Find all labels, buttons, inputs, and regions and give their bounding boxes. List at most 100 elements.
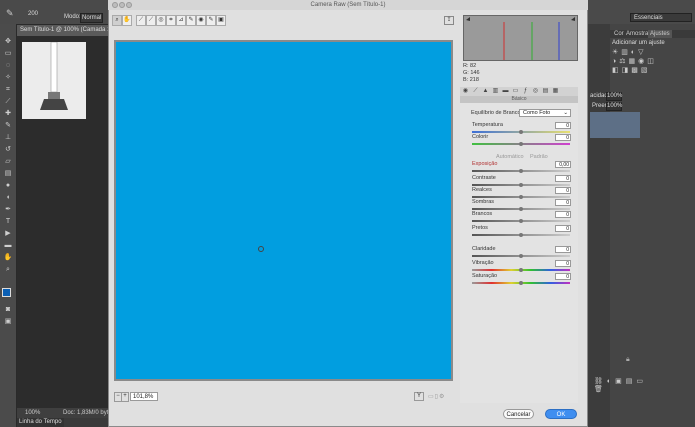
auto-link[interactable]: Automático	[496, 154, 524, 160]
camera-calibration-tab-icon[interactable]: ◎	[532, 88, 539, 95]
doc-info[interactable]: Doc: 1,83M/0 bytes	[63, 408, 115, 418]
image-preview[interactable]	[116, 42, 451, 379]
gradient-tool-icon[interactable]: ▤	[3, 170, 13, 178]
close-window-button[interactable]	[112, 2, 118, 8]
fx-tab-icon[interactable]: ƒ	[522, 88, 529, 95]
healing-tool-icon[interactable]: ✚	[3, 110, 13, 118]
slider-value-input[interactable]: 0	[555, 246, 571, 253]
white-balance-tool-icon[interactable]: ⟋	[136, 15, 146, 26]
adjustment-panel-tabs: ◉ ⟋ ▲ ▥ ▬ ▭ ƒ ◎ ▤ ▦	[460, 87, 578, 96]
adjustment-icons[interactable]: ☀▥◐▽ ◑⚖▦◉◫ ◧◨▩▧	[612, 48, 692, 78]
slider-value-input[interactable]: 0	[555, 199, 571, 206]
slider-value-input[interactable]: 0	[555, 134, 571, 141]
slider-thumb[interactable]	[519, 233, 523, 237]
cancel-button[interactable]: Cancelar	[503, 409, 534, 419]
fill-input[interactable]: 100%	[606, 102, 622, 111]
straighten-tool-icon[interactable]: ⊿	[176, 15, 186, 26]
zoom-in-button[interactable]: +	[121, 392, 129, 402]
slider-value-input[interactable]: 0	[555, 211, 571, 218]
dialog-title: Camera Raw (Sem Título-1)	[108, 0, 588, 10]
slider-value-input[interactable]: 0,00	[555, 161, 571, 168]
preview-options-icons[interactable]: ▭▯⚙	[428, 393, 445, 400]
move-tool-icon[interactable]: ✥	[3, 38, 13, 46]
slider-thumb[interactable]	[519, 268, 523, 272]
eyedropper-tool-icon[interactable]: ⟋	[3, 98, 13, 106]
brush-tool-icon[interactable]: ✎	[6, 8, 14, 19]
zoom-tool-icon[interactable]: ⌕	[112, 15, 122, 26]
brush-drawing-icon	[40, 41, 68, 110]
path-select-icon[interactable]: ▶	[3, 230, 13, 238]
snapshots-tab-icon[interactable]: ▦	[552, 88, 559, 95]
quick-select-icon[interactable]: ✧	[3, 74, 13, 82]
slider-value-input[interactable]: 0	[555, 260, 571, 267]
slider-thumb[interactable]	[519, 142, 523, 146]
workspace-select[interactable]: Essenciais	[630, 13, 692, 22]
opacity-input[interactable]: 100%	[606, 92, 622, 101]
hsl-tab-icon[interactable]: ▥	[492, 88, 499, 95]
open-preferences-icon[interactable]: ⇪	[444, 16, 454, 25]
red-eye-icon[interactable]: ◉	[196, 15, 206, 26]
lasso-tool-icon[interactable]: ◌	[3, 62, 13, 70]
color-sampler-icon[interactable]: ⟋	[146, 15, 156, 26]
b-value: 218	[469, 77, 479, 83]
hand-tool-icon[interactable]: ✋	[3, 254, 13, 262]
eraser-tool-icon[interactable]: ▱	[3, 158, 13, 166]
type-tool-icon[interactable]: T	[3, 218, 13, 226]
selected-layer-row[interactable]	[590, 112, 640, 138]
zoom-level[interactable]: 100%	[25, 408, 40, 418]
hand-tool-icon[interactable]: ✋	[122, 15, 132, 26]
history-brush-icon[interactable]: ↺	[3, 146, 13, 154]
slider-value-input[interactable]: 0	[555, 175, 571, 182]
brush-size[interactable]: 200	[28, 11, 38, 17]
timeline-tab[interactable]: Linha do Tempo	[17, 418, 64, 427]
graduated-filter-icon[interactable]: ▣	[216, 15, 226, 26]
slider-thumb[interactable]	[519, 254, 523, 258]
zoom-value[interactable]: 101,8%	[130, 392, 158, 401]
default-link[interactable]: Padrão	[530, 154, 548, 160]
screen-mode-icon[interactable]: ▣	[3, 318, 13, 326]
stamp-tool-icon[interactable]: ⊥	[3, 134, 13, 142]
basic-tab-icon[interactable]: ◉	[462, 88, 469, 95]
slider-value-input[interactable]: 0	[555, 187, 571, 194]
presets-tab-icon[interactable]: ▤	[542, 88, 549, 95]
slider-thumb[interactable]	[519, 169, 523, 173]
slider-label: Claridade	[472, 246, 496, 252]
spot-removal-icon[interactable]: ✎	[186, 15, 196, 26]
tone-curve-tab-icon[interactable]: ⟋	[472, 88, 479, 95]
slider-thumb[interactable]	[519, 183, 523, 187]
document-tab[interactable]: Sem Título-1 @ 100% (Camada 1, RGB/8)	[17, 25, 110, 36]
slider-value-input[interactable]: 0	[555, 122, 571, 129]
foreground-color-swatch[interactable]	[2, 288, 11, 297]
mode-select[interactable]: Normal	[80, 13, 103, 23]
tab-adjustments[interactable]: Ajustes	[648, 30, 672, 38]
slider-thumb[interactable]	[519, 130, 523, 134]
ok-button[interactable]: OK	[545, 409, 577, 419]
white-balance-select[interactable]: Como Foto ⌄	[519, 109, 571, 117]
shape-tool-icon[interactable]: ▬	[3, 242, 13, 250]
pen-tool-icon[interactable]: ✒	[3, 206, 13, 214]
dodge-tool-icon[interactable]: ◖	[3, 194, 13, 202]
adjustment-brush-icon[interactable]: ✎	[206, 15, 216, 26]
quick-mask-icon[interactable]: ◙	[3, 306, 13, 314]
before-after-icon[interactable]: Y	[414, 392, 424, 401]
zoom-window-button[interactable]	[126, 2, 132, 8]
slider-thumb[interactable]	[519, 281, 523, 285]
lens-tab-icon[interactable]: ▭	[512, 88, 519, 95]
blur-tool-icon[interactable]: ●	[3, 182, 13, 190]
brush-icon[interactable]: ✎	[3, 122, 13, 130]
targeted-adjust-icon[interactable]: ◎	[156, 15, 166, 26]
slider-thumb[interactable]	[519, 195, 523, 199]
slider-thumb[interactable]	[519, 207, 523, 211]
crop-tool-icon[interactable]: ⌗	[3, 86, 13, 94]
crop-tool-icon[interactable]: ⌗	[166, 15, 176, 26]
slider-value-input[interactable]: 0	[555, 225, 571, 232]
layer-action-icons[interactable]: ⛓◐▣▤▭🗑︎	[594, 377, 654, 393]
slider-value-input[interactable]: 0	[555, 273, 571, 280]
marquee-tool-icon[interactable]: ▭	[3, 50, 13, 58]
detail-tab-icon[interactable]: ▲	[482, 88, 489, 95]
split-toning-tab-icon[interactable]: ▬	[502, 88, 509, 95]
minimize-window-button[interactable]	[119, 2, 125, 8]
tools-panel: ✥ ▭ ◌ ✧ ⌗ ⟋ ✚ ✎ ⊥ ↺ ▱ ▤ ● ◖ ✒ T ▶ ▬ ✋ ⌕ …	[0, 24, 17, 427]
zoom-tool-icon[interactable]: ⌕	[3, 266, 13, 274]
slider-thumb[interactable]	[519, 219, 523, 223]
